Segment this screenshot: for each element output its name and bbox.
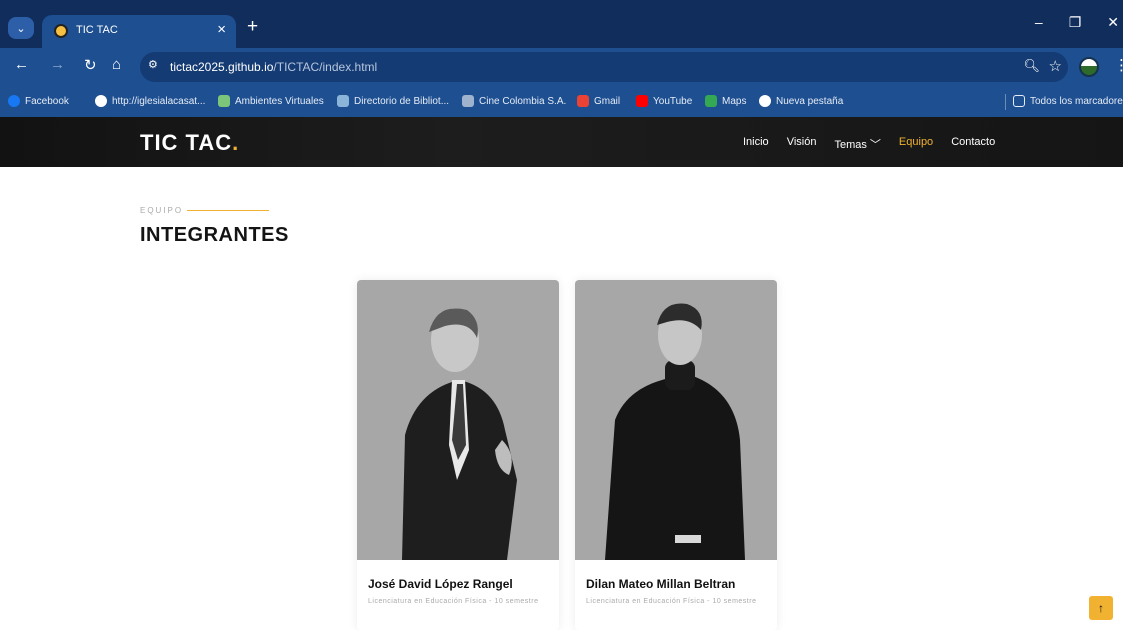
all-bookmarks[interactable]: Todos los marcadores bbox=[1013, 95, 1123, 107]
arrow-up-icon: ↑ bbox=[1098, 601, 1104, 615]
tab-close-icon[interactable]: × bbox=[217, 21, 226, 38]
bookmark-label: Facebook bbox=[25, 95, 69, 107]
bookmark-label: Maps bbox=[722, 95, 747, 107]
browser-tab[interactable]: TIC TAC × bbox=[42, 15, 236, 48]
home-icon[interactable]: ⌂ bbox=[112, 56, 121, 73]
bookmark-label: Todos los marcadores bbox=[1030, 95, 1123, 107]
back-icon[interactable]: ← bbox=[14, 56, 29, 73]
bookmark-label: Nueva pestaña bbox=[776, 95, 844, 107]
more-menu-icon[interactable]: ⋮ bbox=[1114, 56, 1123, 74]
bookmark-nueva-pestana[interactable]: Nueva pestaña bbox=[759, 95, 843, 107]
bookmark-separator bbox=[1005, 94, 1006, 110]
url-path: /TICTAC/index.html bbox=[273, 60, 378, 74]
member-photo-figure bbox=[605, 303, 745, 560]
library-icon bbox=[337, 95, 349, 107]
bookmark-gmail[interactable]: Gmail bbox=[577, 95, 620, 107]
menu-equipo[interactable]: Equipo bbox=[899, 136, 933, 152]
profile-avatar[interactable] bbox=[1079, 57, 1099, 77]
tab-strip: ⌄ TIC TAC × + – ❐ ✕ bbox=[0, 0, 1123, 48]
site-logo[interactable]: TIC TAC. bbox=[140, 130, 239, 156]
maps-icon bbox=[705, 95, 717, 107]
back-to-top-button[interactable]: ↑ bbox=[1089, 596, 1113, 620]
team-member-card: José David López Rangel Licenciatura en … bbox=[357, 280, 559, 630]
bookmark-ambientes[interactable]: Ambientes Virtuales bbox=[218, 95, 324, 107]
folder-icon bbox=[1013, 95, 1025, 107]
member-role: Licenciatura en Educación Física - 10 se… bbox=[368, 598, 539, 605]
site-header: TIC TAC. Inicio Visión Temas ﹀ Equipo Co… bbox=[0, 117, 1123, 167]
bookmark-label: Ambientes Virtuales bbox=[235, 95, 324, 107]
globe-icon bbox=[95, 95, 107, 107]
member-photo bbox=[575, 280, 777, 560]
section-kicker: EQUIPO bbox=[140, 206, 184, 215]
facebook-icon bbox=[8, 95, 20, 107]
url-text[interactable]: tictac2025.github.io/TICTAC/index.html bbox=[170, 60, 377, 74]
member-role: Licenciatura en Educación Física - 10 se… bbox=[586, 598, 757, 605]
section-title: INTEGRANTES bbox=[140, 224, 289, 246]
logo-dot: . bbox=[232, 130, 240, 155]
menu-contacto[interactable]: Contacto bbox=[951, 136, 995, 152]
bookmark-maps[interactable]: Maps bbox=[705, 95, 746, 107]
globe-icon bbox=[759, 95, 771, 107]
bookmark-label: Gmail bbox=[594, 95, 621, 107]
minimize-icon[interactable]: – bbox=[1035, 14, 1043, 31]
member-name: Dilan Mateo Millan Beltran bbox=[586, 577, 736, 591]
member-name: José David López Rangel bbox=[368, 577, 513, 591]
cine-icon bbox=[462, 95, 474, 107]
tab-search-button[interactable]: ⌄ bbox=[8, 17, 34, 39]
browser-toolbar: ← → ↻ ⌂ ⚙ tictac2025.github.io/TICTAC/in… bbox=[0, 48, 1123, 86]
address-bar[interactable]: ⚙ tictac2025.github.io/TICTAC/index.html… bbox=[140, 52, 1068, 82]
youtube-icon bbox=[636, 95, 648, 107]
bookmark-facebook[interactable]: Facebook bbox=[8, 95, 69, 107]
tab-title: TIC TAC bbox=[76, 24, 118, 36]
url-host: tictac2025.github.io bbox=[170, 60, 274, 74]
bookmark-iglesia[interactable]: http://iglesialacasat... bbox=[95, 95, 205, 107]
zoom-icon[interactable]: 🔍︎ bbox=[1023, 58, 1040, 74]
bookmark-label: YouTube bbox=[653, 95, 693, 107]
site-favicon-icon bbox=[54, 24, 68, 38]
bookmark-label: http://iglesialacasat... bbox=[112, 95, 206, 107]
bookmark-cine[interactable]: Cine Colombia S.A. bbox=[462, 95, 566, 107]
kicker-line bbox=[187, 210, 269, 211]
reload-icon[interactable]: ↻ bbox=[84, 56, 97, 74]
menu-temas[interactable]: Temas ﹀ bbox=[834, 136, 880, 152]
bookmarks-bar: Facebook http://iglesialacasat... Ambien… bbox=[0, 88, 1123, 116]
window-controls: – ❐ ✕ bbox=[1035, 14, 1123, 31]
menu-inicio[interactable]: Inicio bbox=[743, 136, 769, 152]
close-window-icon[interactable]: ✕ bbox=[1107, 14, 1119, 31]
logo-text: TIC TAC bbox=[140, 130, 233, 155]
site-info-icon[interactable]: ⚙ bbox=[148, 58, 164, 74]
member-photo bbox=[357, 280, 559, 560]
bookmark-youtube[interactable]: YouTube bbox=[636, 95, 692, 107]
new-tab-button[interactable]: + bbox=[247, 16, 258, 38]
bookmark-label: Directorio de Bibliot... bbox=[354, 95, 450, 107]
team-member-card: Dilan Mateo Millan Beltran Licenciatura … bbox=[575, 280, 777, 630]
bookmark-star-icon[interactable]: ☆ bbox=[1049, 57, 1062, 75]
main-menu: Inicio Visión Temas ﹀ Equipo Contacto bbox=[743, 136, 995, 152]
ambientes-icon bbox=[218, 95, 230, 107]
bookmark-label: Cine Colombia S.A. bbox=[479, 95, 567, 107]
menu-vision[interactable]: Visión bbox=[787, 136, 817, 152]
restore-icon[interactable]: ❐ bbox=[1069, 14, 1082, 31]
bookmark-directorio[interactable]: Directorio de Bibliot... bbox=[337, 95, 449, 107]
forward-icon[interactable]: → bbox=[50, 56, 65, 73]
gmail-icon bbox=[577, 95, 589, 107]
browser-chrome: ⌄ TIC TAC × + – ❐ ✕ ← → ↻ ⌂ ⚙ tictac2025… bbox=[0, 0, 1123, 117]
member-photo-figure bbox=[402, 308, 517, 560]
